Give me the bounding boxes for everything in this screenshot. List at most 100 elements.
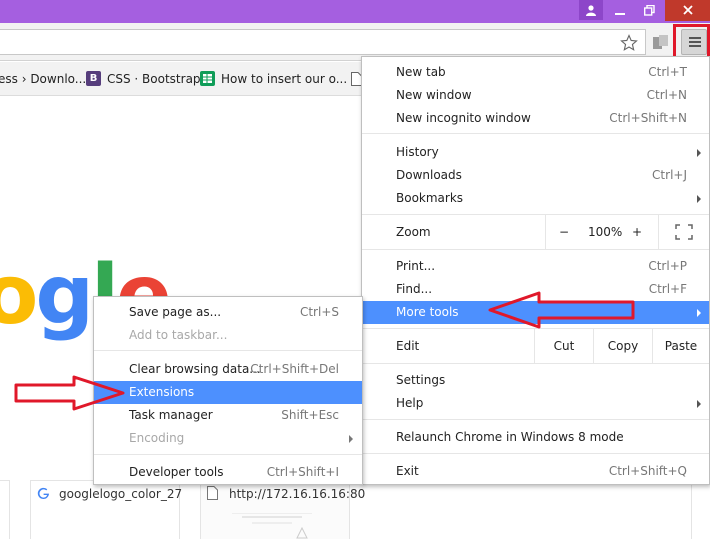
- submenu-arrow-icon: [697, 149, 701, 157]
- bookmark-item[interactable]: CSS · Bootstrap: [107, 72, 201, 86]
- menu-separator: [362, 133, 709, 134]
- zoom-level: 100%: [588, 225, 623, 239]
- menu-shortcut: Ctrl+Shift+I: [266, 465, 339, 479]
- menu-item-label: More tools: [396, 305, 459, 319]
- menu-shortcut: Ctrl+J: [652, 168, 687, 182]
- close-icon: [682, 5, 693, 15]
- menu-shortcut: Ctrl+Shift+Del: [250, 362, 339, 376]
- sheets-icon: [200, 71, 215, 86]
- menu-item-label: History: [396, 145, 439, 159]
- annotation-arrow-more-tools: [488, 291, 635, 329]
- minimize-button[interactable]: [606, 0, 634, 21]
- menu-item-label: Save page as...: [129, 305, 222, 319]
- menu-item-label: Settings: [396, 373, 446, 387]
- menu-item-label: Extensions: [129, 385, 195, 399]
- menu-item-label: Downloads: [396, 168, 462, 182]
- menu-item-label: New incognito window: [396, 111, 531, 125]
- bookmark-item[interactable]: How to insert our o...: [221, 72, 347, 86]
- menu-shortcut: Shift+Esc: [281, 408, 339, 422]
- cut-button[interactable]: Cut: [534, 329, 593, 363]
- submenu-arrow-icon: [697, 309, 701, 317]
- menu-item-label: Zoom: [396, 225, 431, 239]
- menu-shortcut: Ctrl+F: [648, 282, 687, 296]
- menu-item-new-tab[interactable]: New tab Ctrl+T: [362, 61, 709, 84]
- submenu-item-save-page[interactable]: Save page as... Ctrl+S: [94, 301, 362, 324]
- menu-item-edit: Edit Cut Copy Paste: [362, 329, 709, 363]
- menu-separator: [362, 363, 709, 364]
- user-icon: [586, 5, 596, 16]
- zoom-in-button[interactable]: +: [632, 215, 642, 249]
- menu-separator: [362, 453, 709, 454]
- most-visited-tile[interactable]: [0, 480, 10, 539]
- tile-title: http://172.16.16.16:80: [229, 487, 366, 501]
- menu-item-new-window[interactable]: New window Ctrl+N: [362, 84, 709, 107]
- menu-shortcut: Ctrl+Shift+Q: [608, 464, 687, 478]
- menu-shortcut: Ctrl+N: [646, 88, 687, 102]
- menu-item-exit[interactable]: Exit Ctrl+Shift+Q: [362, 460, 709, 483]
- close-window-button[interactable]: [665, 0, 710, 21]
- menu-item-zoom: Zoom − 100% +: [362, 215, 709, 249]
- most-visited-tile[interactable]: [691, 480, 710, 539]
- submenu-item-extensions[interactable]: Extensions: [94, 381, 362, 404]
- menu-shortcut: Ctrl+Shift+N: [609, 111, 687, 125]
- menu-item-label: Print...: [396, 259, 436, 273]
- menu-item-downloads[interactable]: Downloads Ctrl+J: [362, 164, 709, 187]
- menu-item-label: Task manager: [129, 408, 213, 422]
- menu-item-new-incognito[interactable]: New incognito window Ctrl+Shift+N: [362, 107, 709, 130]
- annotation-arrow-extensions: [14, 375, 125, 411]
- menu-item-label: Find...: [396, 282, 433, 296]
- logo-letter: g: [35, 248, 94, 343]
- menu-item-label: Developer tools: [129, 465, 224, 479]
- menu-item-settings[interactable]: Settings: [362, 369, 709, 392]
- bootstrap-icon: B: [86, 71, 101, 86]
- menu-item-label: Bookmarks: [396, 191, 464, 205]
- paste-button[interactable]: Paste: [652, 329, 709, 363]
- user-profile-button[interactable]: [579, 0, 603, 20]
- star-icon: [620, 34, 638, 51]
- submenu-arrow-icon: [697, 195, 701, 203]
- restore-button[interactable]: [636, 0, 662, 21]
- menu-item-label: Exit: [396, 464, 419, 478]
- menu-item-label: New window: [396, 88, 472, 102]
- menu-item-label: Relaunch Chrome in Windows 8 mode: [396, 430, 624, 444]
- menu-separator: [94, 454, 362, 455]
- fullscreen-button[interactable]: [658, 215, 709, 249]
- menu-item-label: Encoding: [129, 431, 185, 445]
- menu-item-label: Help: [396, 396, 424, 410]
- window-titlebar: [0, 0, 710, 23]
- menu-item-bookmarks[interactable]: Bookmarks: [362, 187, 709, 210]
- bookmark-star-button[interactable]: [620, 32, 638, 57]
- menu-separator: [94, 350, 362, 351]
- menu-item-print[interactable]: Print... Ctrl+P: [362, 255, 709, 278]
- google-g-icon: [37, 487, 50, 503]
- submenu-item-add-to-taskbar: Add to taskbar...: [94, 324, 362, 347]
- menu-item-relaunch[interactable]: Relaunch Chrome in Windows 8 mode: [362, 426, 709, 449]
- address-bar[interactable]: [0, 29, 646, 55]
- zoom-controls: − 100% +: [545, 215, 658, 249]
- tile-title: googlelogo_color_27: [59, 487, 183, 501]
- submenu-arrow-icon: [349, 435, 353, 443]
- tile-thumbnail: [232, 513, 312, 539]
- restore-icon: [643, 4, 655, 16]
- zoom-out-button[interactable]: −: [559, 215, 569, 249]
- submenu-item-task-manager[interactable]: Task manager Shift+Esc: [94, 404, 362, 427]
- menu-item-history[interactable]: History: [362, 141, 709, 164]
- menu-item-label: Clear browsing data...: [129, 362, 261, 376]
- submenu-item-clear-browsing-data[interactable]: Clear browsing data... Ctrl+Shift+Del: [94, 358, 362, 381]
- menu-shortcut: Ctrl+P: [648, 259, 687, 273]
- copy-button[interactable]: Copy: [593, 329, 652, 363]
- fullscreen-icon: [675, 224, 693, 240]
- chrome-main-menu: New tab Ctrl+T New window Ctrl+N New inc…: [361, 56, 710, 485]
- menu-separator: [362, 249, 709, 250]
- menu-separator: [362, 419, 709, 420]
- bookmark-item[interactable]: ess › Downlo...: [0, 72, 86, 86]
- menu-item-help[interactable]: Help: [362, 392, 709, 415]
- menu-item-label: Edit: [396, 339, 420, 353]
- file-icon: [207, 486, 218, 503]
- extension-icon: [653, 35, 668, 49]
- extension-button[interactable]: [652, 34, 670, 50]
- submenu-item-developer-tools[interactable]: Developer tools Ctrl+Shift+I: [94, 461, 362, 484]
- menu-item-label: Add to taskbar...: [129, 328, 228, 342]
- more-tools-submenu: Save page as... Ctrl+S Add to taskbar...…: [93, 296, 363, 485]
- submenu-item-encoding: Encoding: [94, 427, 362, 450]
